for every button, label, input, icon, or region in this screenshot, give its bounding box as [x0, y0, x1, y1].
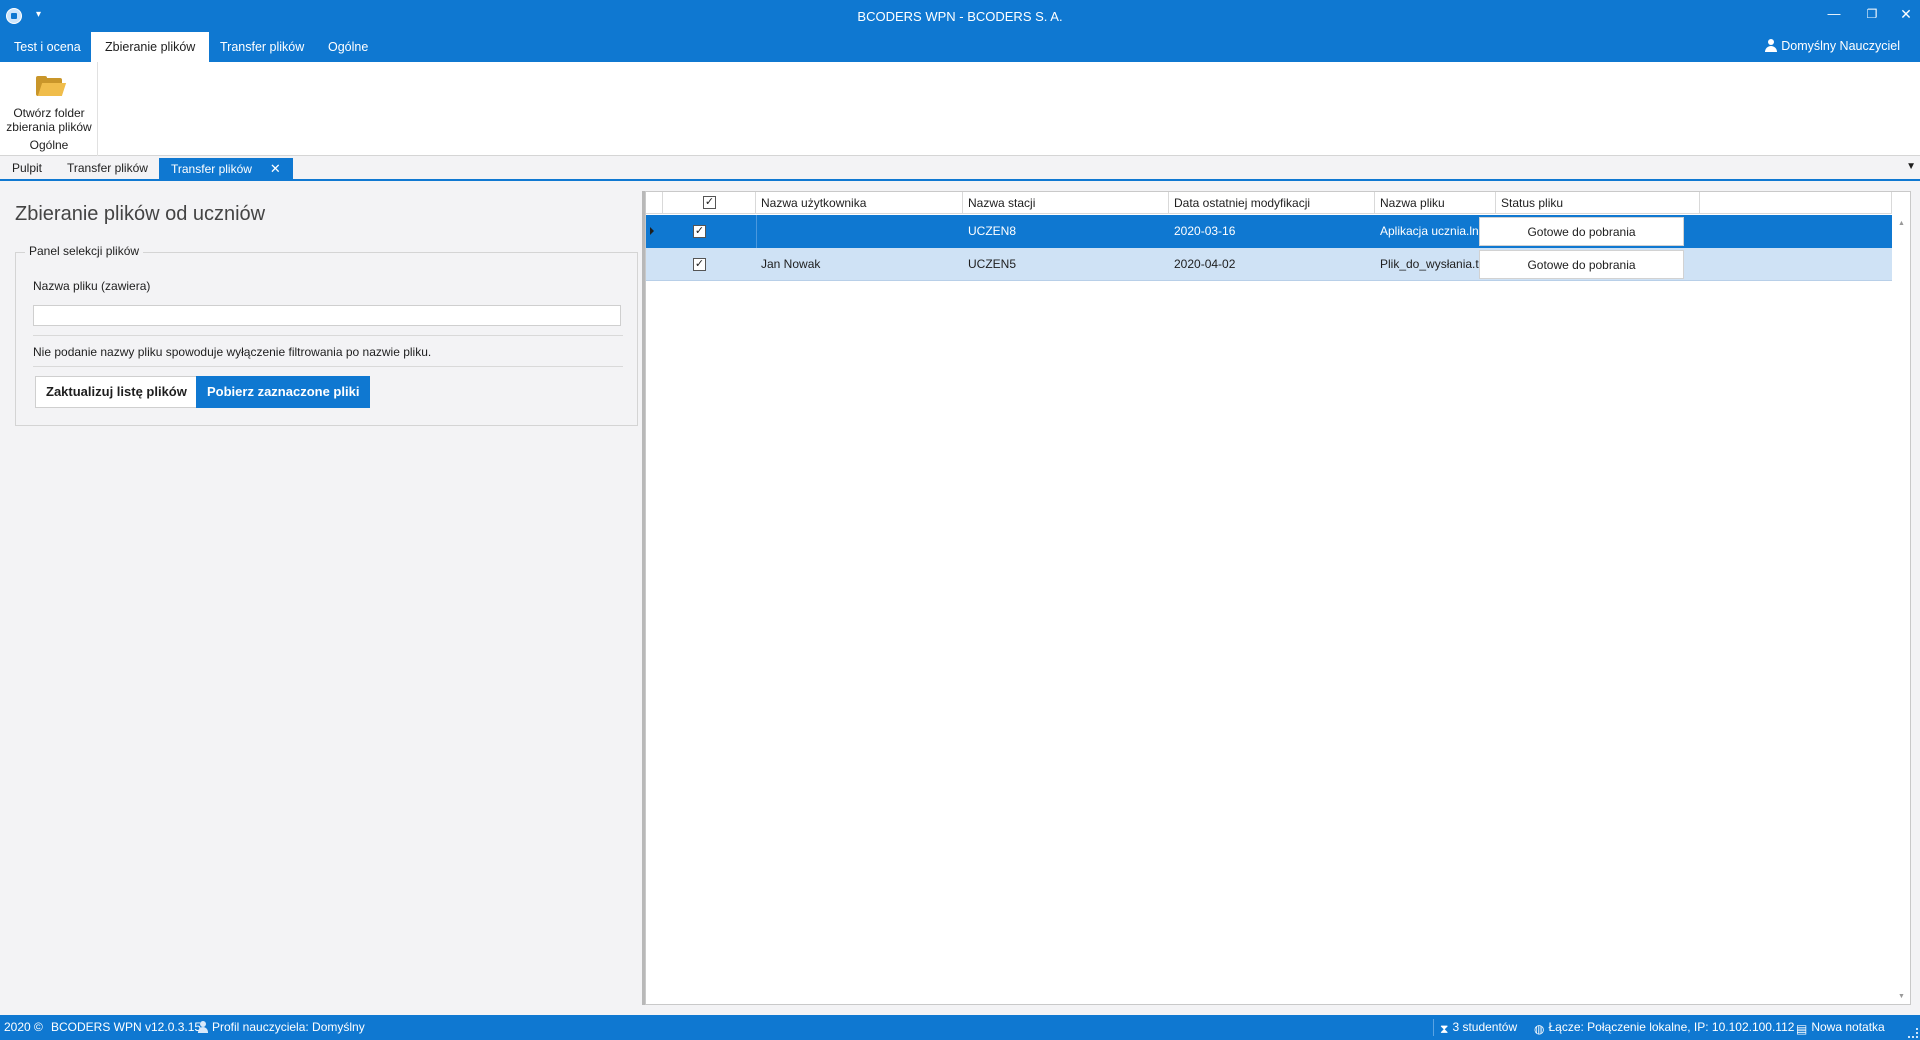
new-note[interactable]: ▤ Nowa notatka [1796, 1015, 1885, 1040]
table-row[interactable]: ✓ Jan Nowak UCZEN5 2020-04-02 Plik_do_wy… [646, 248, 1892, 281]
cell-file: Plik_do_wysłania.txt [1380, 257, 1489, 271]
file-name-label: Nazwa pliku (zawiera) [33, 279, 151, 293]
resize-grip-icon[interactable] [1908, 1028, 1918, 1038]
divider [1433, 1019, 1434, 1036]
app-version: BCODERS WPN v12.0.3.15 [51, 1020, 202, 1034]
row-checkbox[interactable]: ✓ [693, 258, 706, 271]
tab-test-i-ocena[interactable]: Test i ocena [0, 32, 95, 62]
table-row[interactable]: ✓ UCZEN8 2020-03-16 Aplikacja ucznia.lnk… [646, 215, 1892, 248]
close-button[interactable]: ✕ [1886, 0, 1920, 30]
doc-tab-transfer-plikow-active[interactable]: Transfer plików ✕ [159, 158, 293, 179]
user-name: Domyślny Nauczyciel [1781, 39, 1900, 53]
teacher-profile[interactable]: Profil nauczyciela: Domyślny [198, 1015, 365, 1040]
row-checkbox[interactable]: ✓ [693, 225, 706, 238]
file-name-input[interactable] [33, 305, 621, 326]
document-tab-bar: Pulpit Transfer plików Transfer plików ✕ … [0, 156, 1920, 181]
copyright: 2020 © [4, 1020, 43, 1034]
page-title: Zbieranie plików od uczniów [15, 203, 266, 225]
check-all-checkbox[interactable]: ✓ [703, 196, 716, 209]
files-grid: ✓ Nazwa użytkownika Nazwa stacji Data os… [645, 191, 1911, 1005]
column-header-station[interactable]: Nazwa stacji [963, 192, 1169, 214]
tab-list-dropdown-icon[interactable]: ▼ [1906, 161, 1916, 172]
cell-user: Jan Nowak [761, 257, 821, 271]
file-selection-panel: Panel selekcji plików Nazwa pliku (zawie… [15, 244, 638, 426]
row-header-corner [646, 192, 663, 214]
scroll-up-icon[interactable]: ▲ [1898, 220, 1905, 227]
column-header-status[interactable]: Status pliku [1496, 192, 1700, 214]
vertical-scrollbar[interactable]: ▲ ▼ [1893, 214, 1910, 1004]
check-all-header[interactable]: ✓ [663, 192, 756, 214]
cell-modified: 2020-04-02 [1174, 257, 1236, 271]
globe-icon: ◍ [1534, 1022, 1545, 1036]
doc-tab-label: Transfer plików [171, 162, 252, 176]
left-panel: Zbieranie plików od uczniów Panel selekc… [0, 181, 642, 1015]
cell-status: Gotowe do pobrania [1479, 217, 1684, 246]
open-folder-label: Otwórz folder zbierania plików [6, 106, 92, 134]
cell-station: UCZEN8 [968, 224, 1017, 238]
title-bar: ▾ BCODERS WPN - BCODERS S. A. — ❐ ✕ [0, 0, 1920, 32]
ribbon-group-label: Ogólne [29, 138, 69, 152]
connection-info[interactable]: ◍ Łącze: Połączenie lokalne, IP: 10.102.1… [1534, 1015, 1794, 1040]
students-count[interactable]: ⧗ 3 studentów [1440, 1015, 1517, 1040]
folder-open-icon [36, 76, 67, 96]
tab-zbieranie-plikow[interactable]: Zbieranie plików [91, 32, 210, 62]
window-title: BCODERS WPN - BCODERS S. A. [857, 9, 1063, 24]
panel-legend: Panel selekcji plików [25, 244, 144, 258]
download-selected-button[interactable]: Pobierz zaznaczone pliki [196, 376, 371, 408]
user-icon [1765, 39, 1778, 52]
cell-modified: 2020-03-16 [1174, 224, 1236, 238]
cell-file: Aplikacja ucznia.lnk [1380, 224, 1485, 238]
scroll-down-icon[interactable]: ▼ [1898, 993, 1905, 1000]
hourglass-icon: ⧗ [1440, 1022, 1449, 1036]
divider [33, 366, 623, 367]
tab-ogolne[interactable]: Ogólne [314, 32, 382, 62]
current-row-indicator-icon [650, 227, 654, 235]
ribbon-tab-bar: Test i ocena Zbieranie plików Transfer p… [0, 32, 1920, 62]
status-bar: 2020 © BCODERS WPN v12.0.3.15 Profil nau… [0, 1015, 1920, 1040]
filter-hint: Nie podanie nazwy pliku spowoduje wyłącz… [33, 345, 432, 359]
note-icon: ▤ [1796, 1022, 1808, 1036]
doc-tab-pulpit[interactable]: Pulpit [0, 158, 54, 179]
column-header-filler [1700, 192, 1892, 214]
open-folder-button[interactable]: Otwórz folder zbierania plików [4, 66, 94, 138]
column-header-modified[interactable]: Data ostatniej modyfikacji [1169, 192, 1375, 214]
tab-transfer-plikow[interactable]: Transfer plików [206, 32, 318, 62]
column-header-file[interactable]: Nazwa pliku [1375, 192, 1496, 214]
refresh-file-list-button[interactable]: Zaktualizuj listę plików [35, 376, 198, 408]
close-tab-icon[interactable]: ✕ [270, 161, 281, 176]
ribbon: Otwórz folder zbierania plików Ogólne [0, 62, 1920, 156]
doc-tab-transfer-plikow[interactable]: Transfer plików [55, 158, 160, 179]
column-header-user[interactable]: Nazwa użytkownika [756, 192, 963, 214]
ribbon-group-ogolne: Otwórz folder zbierania plików Ogólne [0, 62, 98, 156]
cell-station: UCZEN5 [968, 257, 1017, 271]
cell-status: Gotowe do pobrania [1479, 250, 1684, 279]
user-menu[interactable]: Domyślny Nauczyciel [1765, 39, 1900, 53]
minimize-button[interactable]: — [1814, 0, 1854, 30]
divider [33, 335, 623, 336]
cell-user [756, 215, 963, 248]
user-icon [198, 1021, 208, 1033]
